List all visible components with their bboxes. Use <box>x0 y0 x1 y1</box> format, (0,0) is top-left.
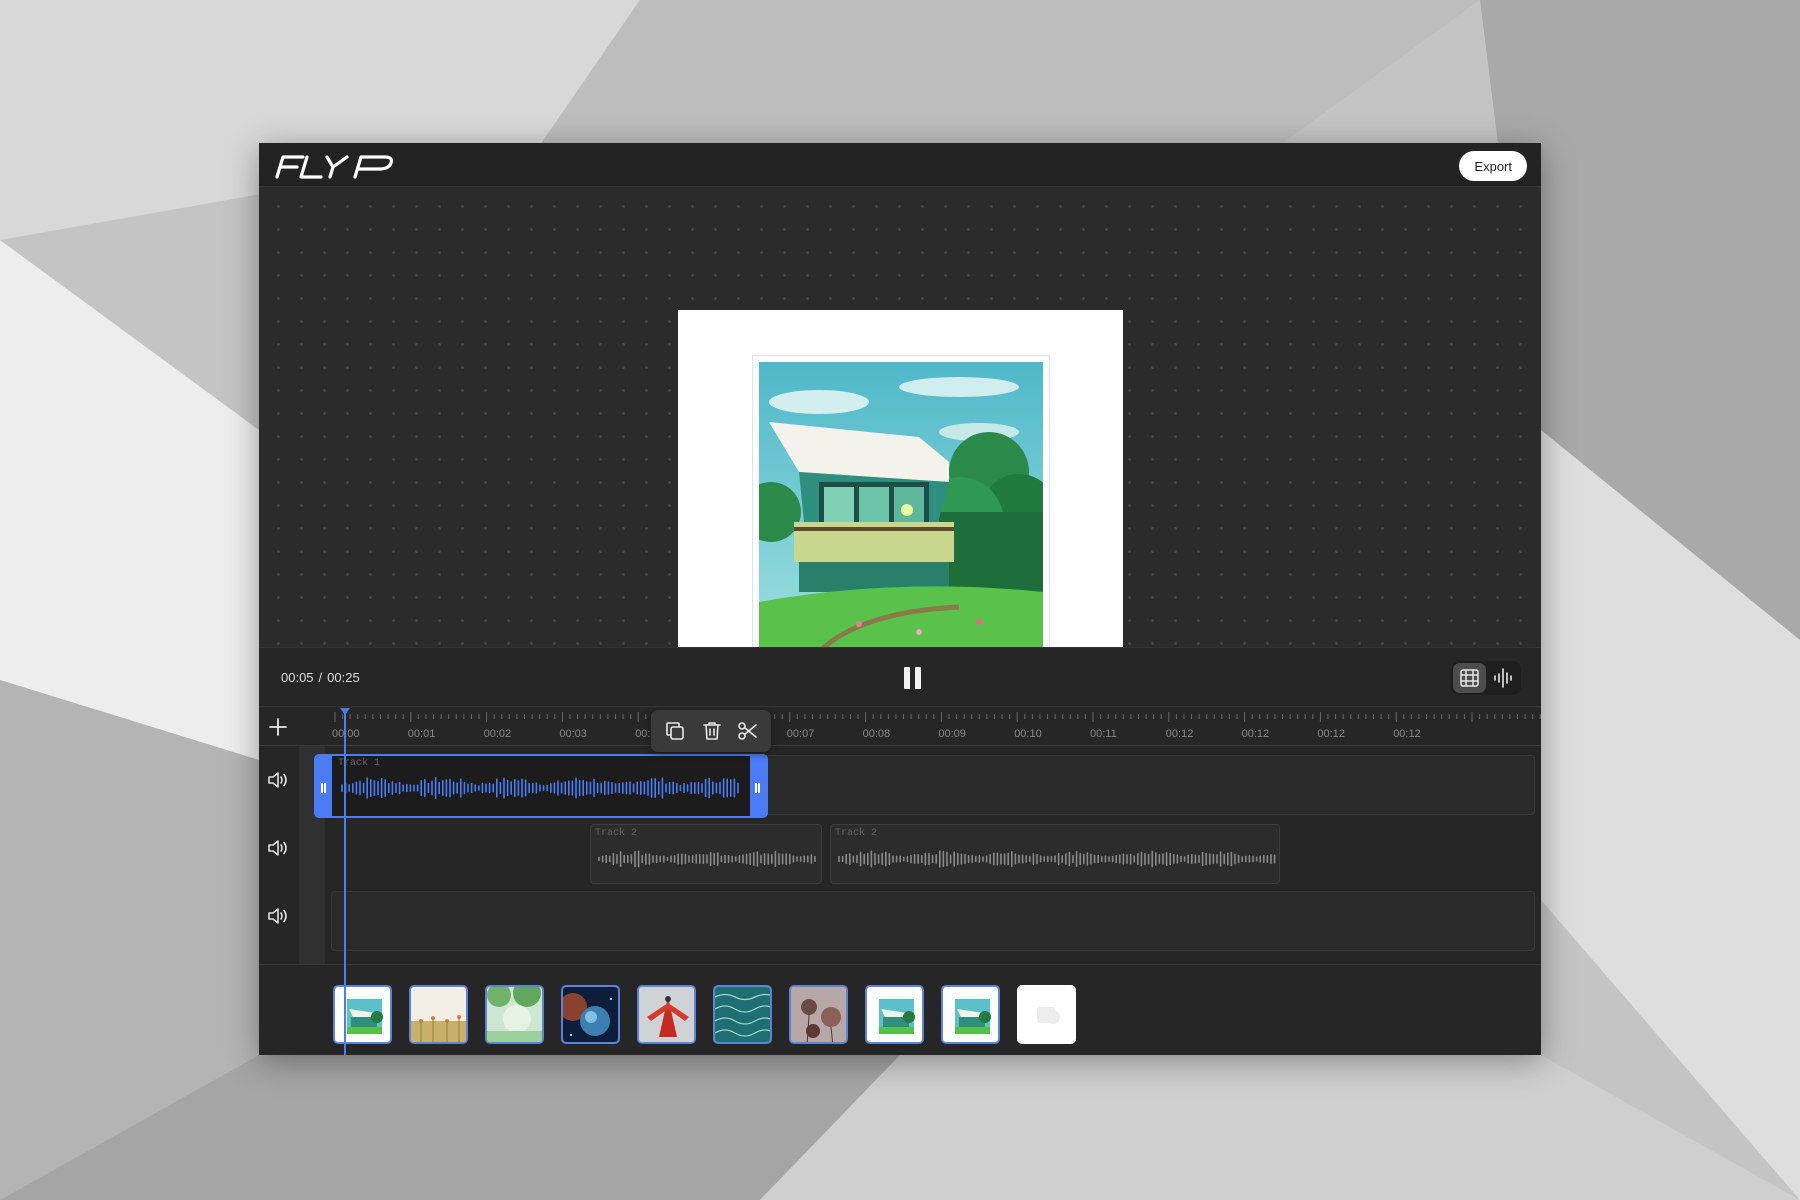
timeline: 00:0000:0100:0200:0300:000:0600:0700:080… <box>259 708 1541 1055</box>
ruler-tick-label: 00:12 <box>1241 728 1270 740</box>
ruler-tick-label: 00:11 <box>1090 728 1117 740</box>
photo-frame[interactable] <box>752 355 1050 647</box>
ruler-tick-label: 00:02 <box>483 728 512 740</box>
clip-label: Track 2 <box>595 828 638 839</box>
media-strip <box>259 964 1541 1055</box>
canvas-area <box>259 187 1541 647</box>
media-thumbnail-red-figure[interactable] <box>637 985 696 1044</box>
editor-window: Export 00:05 / 00:25 00:01 00:02 00:03 0… <box>259 143 1541 1055</box>
speaker-icon <box>268 908 287 924</box>
media-thumbnail-house[interactable] <box>941 985 1000 1044</box>
ruler-tick-label: 00:10 <box>1014 728 1042 740</box>
track-1-volume-button[interactable] <box>265 767 291 793</box>
current-time: 00:05 <box>281 670 314 685</box>
media-thumbnail-dried-flowers[interactable] <box>789 985 848 1044</box>
delete-clip-button[interactable] <box>700 719 724 743</box>
ruler-tick-marks <box>334 712 1541 722</box>
media-thumbnail-planet[interactable] <box>561 985 620 1044</box>
track-lane-3[interactable] <box>331 891 1535 951</box>
transport-bar: 00:05 / 00:25 <box>259 647 1541 707</box>
thumbnail-image <box>639 987 694 1042</box>
app-logo <box>273 151 401 186</box>
clip-waveform <box>838 850 1276 868</box>
ruler-tick-label: 00:08 <box>862 728 891 740</box>
speaker-icon <box>268 772 287 788</box>
media-thumbnail-forest[interactable] <box>485 985 544 1044</box>
film-grid-icon <box>1460 669 1479 687</box>
audio-clip[interactable]: Track 2 <box>590 824 822 884</box>
thumbnail-image <box>715 987 770 1042</box>
track-3-volume-button[interactable] <box>265 903 291 929</box>
ruler-tick-label: 00:01 <box>407 728 436 740</box>
duplicate-clip-button[interactable] <box>663 719 687 743</box>
ruler-tick-label: 00:09 <box>938 728 966 740</box>
media-thumbnail-house[interactable] <box>865 985 924 1044</box>
time-readout: 00:05 / 00:25 <box>281 670 360 685</box>
clip-waveform <box>598 850 816 868</box>
scissors-icon <box>738 722 757 740</box>
waveform-icon <box>1494 668 1512 688</box>
thumbnail-image <box>487 987 542 1042</box>
duplicate-icon <box>666 722 684 740</box>
clip-label: Track 2 <box>835 828 878 839</box>
placeholder-image-icon <box>1019 987 1074 1042</box>
top-bar: Export <box>259 143 1541 187</box>
clip-toolbar <box>651 710 771 752</box>
export-button[interactable]: Export <box>1459 151 1527 181</box>
clip-waveform <box>341 776 739 800</box>
audio-clip-selected[interactable]: Track 1 <box>314 754 768 818</box>
time-ruler[interactable]: 00:0000:0100:0200:0300:000:0600:0700:080… <box>259 708 1541 746</box>
clip-trim-handle-right[interactable] <box>750 756 766 816</box>
clip-trim-handle-left[interactable] <box>316 756 332 816</box>
playhead[interactable] <box>340 708 350 1055</box>
ruler-tick-label: 00:12 <box>1317 728 1345 740</box>
track-controls <box>259 746 299 964</box>
media-thumbnail-house[interactable] <box>333 985 392 1044</box>
flyp-logo-icon <box>275 155 393 179</box>
thumbnail-image <box>563 987 618 1042</box>
thumbnail-image <box>867 987 922 1042</box>
thumbnail-image <box>791 987 846 1042</box>
waveform-view-button[interactable] <box>1486 663 1519 693</box>
pause-button[interactable] <box>899 664 927 692</box>
total-time: 00:25 <box>327 670 360 685</box>
add-media-slot[interactable] <box>1017 985 1076 1044</box>
canvas-page <box>678 310 1123 647</box>
time-separator: / <box>318 670 323 685</box>
trash-icon <box>703 722 721 740</box>
ruler-tick-label: 00:03 <box>559 728 587 740</box>
thumbnail-image <box>411 987 466 1042</box>
split-clip-button[interactable] <box>736 719 760 743</box>
ruler-tick-label: 00:12 <box>1165 728 1194 740</box>
track-2-volume-button[interactable] <box>265 835 291 861</box>
media-thumbnail-water[interactable] <box>713 985 772 1044</box>
pause-bar-left <box>904 667 910 689</box>
pause-bar-right <box>915 667 921 689</box>
film-grid-view-button[interactable] <box>1453 663 1486 693</box>
view-toggle <box>1451 661 1521 695</box>
ruler-tick-label: 00:12 <box>1393 728 1421 740</box>
media-thumbnail-flowers[interactable] <box>409 985 468 1044</box>
ruler-tick-label: 00:07 <box>786 728 815 740</box>
thumbnail-image <box>943 987 998 1042</box>
audio-clip[interactable]: Track 2 <box>830 824 1280 884</box>
speaker-icon <box>268 840 287 856</box>
house-artwork-image <box>759 362 1043 647</box>
